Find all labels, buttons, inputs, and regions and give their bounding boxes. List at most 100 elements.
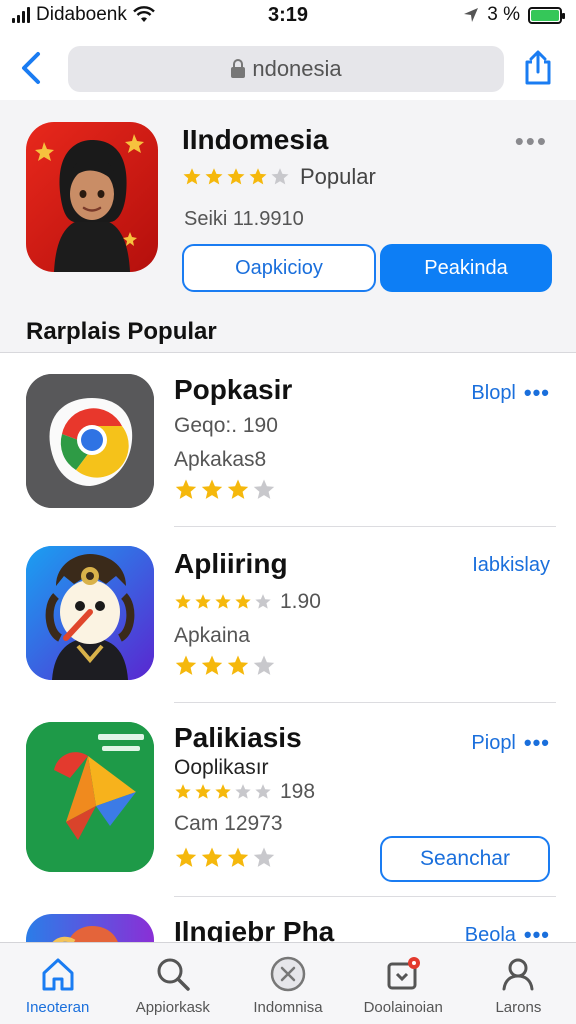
app-rating	[174, 846, 276, 870]
back-chevron-icon[interactable]	[16, 50, 46, 86]
star-empty-icon	[271, 168, 289, 185]
rating-label: Popular	[300, 164, 376, 189]
close-circle-icon	[270, 956, 306, 992]
app-meta: Ooplikasır	[174, 756, 269, 779]
star-filled-icon	[249, 168, 267, 185]
star-filled-icon	[205, 168, 223, 185]
star-filled-icon	[175, 479, 197, 499]
tab-bar: Ineoteran Appiorkask Indomnisa Doolainoi…	[0, 942, 576, 1024]
tab-center[interactable]: Indomnisa	[230, 943, 345, 1024]
star-empty-icon	[255, 784, 271, 799]
app-get-link[interactable]: Blopl •••	[471, 380, 550, 406]
row-divider	[174, 896, 556, 897]
app-name: Palikiasis	[174, 722, 302, 753]
rating-number: 1.90	[280, 590, 321, 613]
rating-stars	[174, 593, 272, 611]
star-filled-icon	[235, 594, 251, 609]
secondary-action-button[interactable]: Oapkicioy	[182, 244, 376, 292]
row-divider	[174, 702, 556, 703]
tab-label: Larons	[495, 999, 542, 1016]
star-filled-icon	[175, 784, 191, 799]
featured-rating: Popular	[182, 164, 376, 190]
search-button[interactable]: Seanchar	[380, 836, 550, 882]
featured-app-title: IIndomesia	[182, 124, 329, 155]
star-filled-icon	[201, 655, 223, 675]
star-empty-icon	[253, 847, 275, 867]
battery-percent: 3 %	[487, 4, 520, 25]
rating-stars	[174, 846, 276, 870]
app-name: Popkasir	[174, 374, 293, 405]
person-icon	[502, 958, 534, 991]
more-options-icon[interactable]: •••	[524, 380, 550, 406]
star-empty-icon	[255, 594, 271, 609]
primary-action-button[interactable]: Peakinda	[380, 244, 552, 292]
app-rating	[174, 654, 276, 678]
more-options-icon[interactable]: •••	[515, 126, 548, 157]
rating-stars	[182, 167, 290, 187]
rating-stars	[174, 783, 272, 801]
app-meta-secondary: Apkakas8	[174, 448, 267, 471]
star-filled-icon	[175, 655, 197, 675]
app-get-link[interactable]: Iabkislay	[472, 554, 550, 577]
star-filled-icon	[183, 168, 201, 185]
star-filled-icon	[195, 784, 211, 799]
tab-home[interactable]: Ineoteran	[0, 943, 115, 1024]
tab-downloads[interactable]: Doolainoian	[346, 943, 461, 1024]
address-bar[interactable]: ndonesia	[68, 46, 504, 92]
location-arrow-icon	[464, 8, 479, 22]
star-filled-icon	[227, 655, 249, 675]
section-divider	[0, 352, 576, 353]
star-filled-icon	[227, 168, 245, 185]
section-title: Rarplais Popular	[26, 318, 217, 345]
star-filled-icon	[201, 847, 223, 867]
featured-app-icon[interactable]	[26, 122, 158, 272]
star-filled-icon	[175, 847, 197, 867]
star-filled-icon	[195, 594, 211, 609]
app-rating	[174, 478, 276, 502]
lock-icon	[231, 59, 246, 78]
app-icon-play[interactable]	[26, 722, 154, 872]
app-icon-chrome[interactable]	[26, 374, 154, 508]
star-filled-icon	[175, 594, 191, 609]
tab-label: Appiorkask	[135, 999, 210, 1016]
battery-icon	[528, 6, 565, 24]
featured-app-size: Seiki 11.9910	[184, 208, 304, 230]
star-filled-icon	[215, 784, 231, 799]
share-icon[interactable]	[522, 50, 554, 86]
app-link-label: Blopl	[471, 381, 516, 404]
app-top-rating: 198	[174, 780, 315, 804]
row-divider	[174, 526, 556, 527]
tab-label: Indomnisa	[253, 999, 323, 1016]
star-filled-icon	[201, 479, 223, 499]
tab-label: Doolainoian	[363, 999, 443, 1016]
navigation-bar: ndonesia	[0, 38, 576, 98]
app-get-link[interactable]: Piopl •••	[471, 730, 550, 756]
star-filled-icon	[227, 847, 249, 867]
app-meta-secondary: Apkaina	[174, 624, 250, 647]
app-top-rating: 1.90	[174, 590, 321, 614]
featured-app-card: IIndomesia ••• Popular Seiki 11.9910 Oap…	[0, 100, 576, 352]
app-icon-character[interactable]	[26, 546, 154, 680]
app-link-label: Piopl	[471, 731, 516, 754]
search-icon	[157, 958, 190, 991]
star-empty-icon	[253, 479, 275, 499]
tab-search[interactable]: Appiorkask	[115, 943, 230, 1024]
tab-label: Ineoteran	[25, 999, 90, 1016]
app-name: Apliiring	[174, 548, 288, 579]
star-filled-icon	[215, 594, 231, 609]
rating-stars	[174, 654, 276, 678]
app-link-label: Iabkislay	[472, 554, 550, 576]
star-filled-icon	[227, 479, 249, 499]
app-meta: Geqo:. 190	[174, 414, 278, 437]
home-icon	[42, 958, 74, 991]
tab-account[interactable]: Larons	[461, 943, 576, 1024]
rating-number: 198	[280, 780, 316, 803]
status-right: 3 %	[463, 4, 565, 26]
star-empty-icon	[253, 655, 275, 675]
rating-stars	[174, 478, 276, 502]
more-options-icon[interactable]: •••	[524, 730, 550, 756]
address-text: ndonesia	[252, 56, 342, 81]
app-meta-secondary: Cam 12973	[174, 812, 283, 835]
star-empty-icon	[235, 784, 251, 799]
download-icon	[387, 957, 421, 990]
